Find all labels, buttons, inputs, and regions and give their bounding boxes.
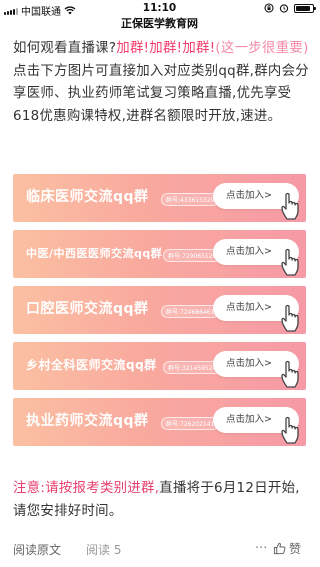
banner-title: 执业药师交流qq群 xyxy=(26,413,149,429)
group-number: 群号:726202141 xyxy=(161,417,220,430)
article-footer: 阅读原文 阅读 5 ··· 赞 xyxy=(13,539,306,559)
qq-group-banner-dental[interactable]: 口腔医师交流qq群 群号:724686461 点击加入> xyxy=(13,286,306,334)
thumbs-up-icon xyxy=(273,542,286,555)
more-icon[interactable]: ··· xyxy=(255,541,267,556)
read-count: 阅读 5 xyxy=(86,543,122,557)
qq-group-banner-pharmacist[interactable]: 执业药师交流qq群 群号:726202141 点击加入> xyxy=(13,398,306,446)
banner-title: 临床医师交流qq群 xyxy=(26,189,149,205)
like-label: 赞 xyxy=(289,542,302,556)
read-original-link[interactable]: 阅读原文 xyxy=(13,541,61,558)
alarm-icon xyxy=(279,4,289,13)
notice-highlight: 注意:请按报考类别进群, xyxy=(13,481,160,496)
pointing-hand-icon xyxy=(281,304,299,332)
orientation-lock-icon xyxy=(264,3,274,13)
banner-title: 中医/中西医医师交流qq群 xyxy=(26,247,163,260)
pointing-hand-icon xyxy=(281,192,299,220)
qq-group-banner-clinical[interactable]: 临床医师交流qq群 群号:433615329 点击加入> xyxy=(13,174,306,222)
group-number: 群号:433615329 xyxy=(161,193,220,206)
like-button[interactable]: 赞 xyxy=(273,540,301,557)
pointing-hand-icon xyxy=(281,248,299,276)
pointing-hand-icon xyxy=(281,360,299,388)
banner-title: 乡村全科医师交流qq群 xyxy=(26,358,157,372)
article-intro: 如何观看直播课?加群!加群!加群!(这一步很重要) 点击下方图片可直接加入对应类别… xyxy=(13,38,309,128)
qq-group-banner-rural[interactable]: 乡村全科医师交流qq群 群号:321459524 点击加入> xyxy=(13,342,306,390)
intro-question: 如何观看直播课? xyxy=(13,41,117,56)
banner-title: 口腔医师交流qq群 xyxy=(26,301,149,317)
battery-icon xyxy=(294,3,316,13)
intro-highlight: 加群!加群!加群! xyxy=(116,41,216,56)
pointing-hand-icon xyxy=(281,416,299,444)
group-number: 群号:724686461 xyxy=(161,305,220,318)
qq-group-banner-tcm[interactable]: 中医/中西医医师交流qq群 群号:729065120 点击加入> xyxy=(13,230,306,278)
intro-body: 点击下方图片可直接加入对应类别qq群,群内会分享医师、执业药师笔试复习策略直播,… xyxy=(13,63,309,124)
page-title: 正保医学教育网 xyxy=(121,17,198,30)
intro-note: (这一步很重要) xyxy=(215,41,309,56)
status-right xyxy=(264,3,316,13)
notice-text: 注意:请按报考类别进群,直播将于6月12日开始,请您安排好时间。 xyxy=(13,478,309,523)
